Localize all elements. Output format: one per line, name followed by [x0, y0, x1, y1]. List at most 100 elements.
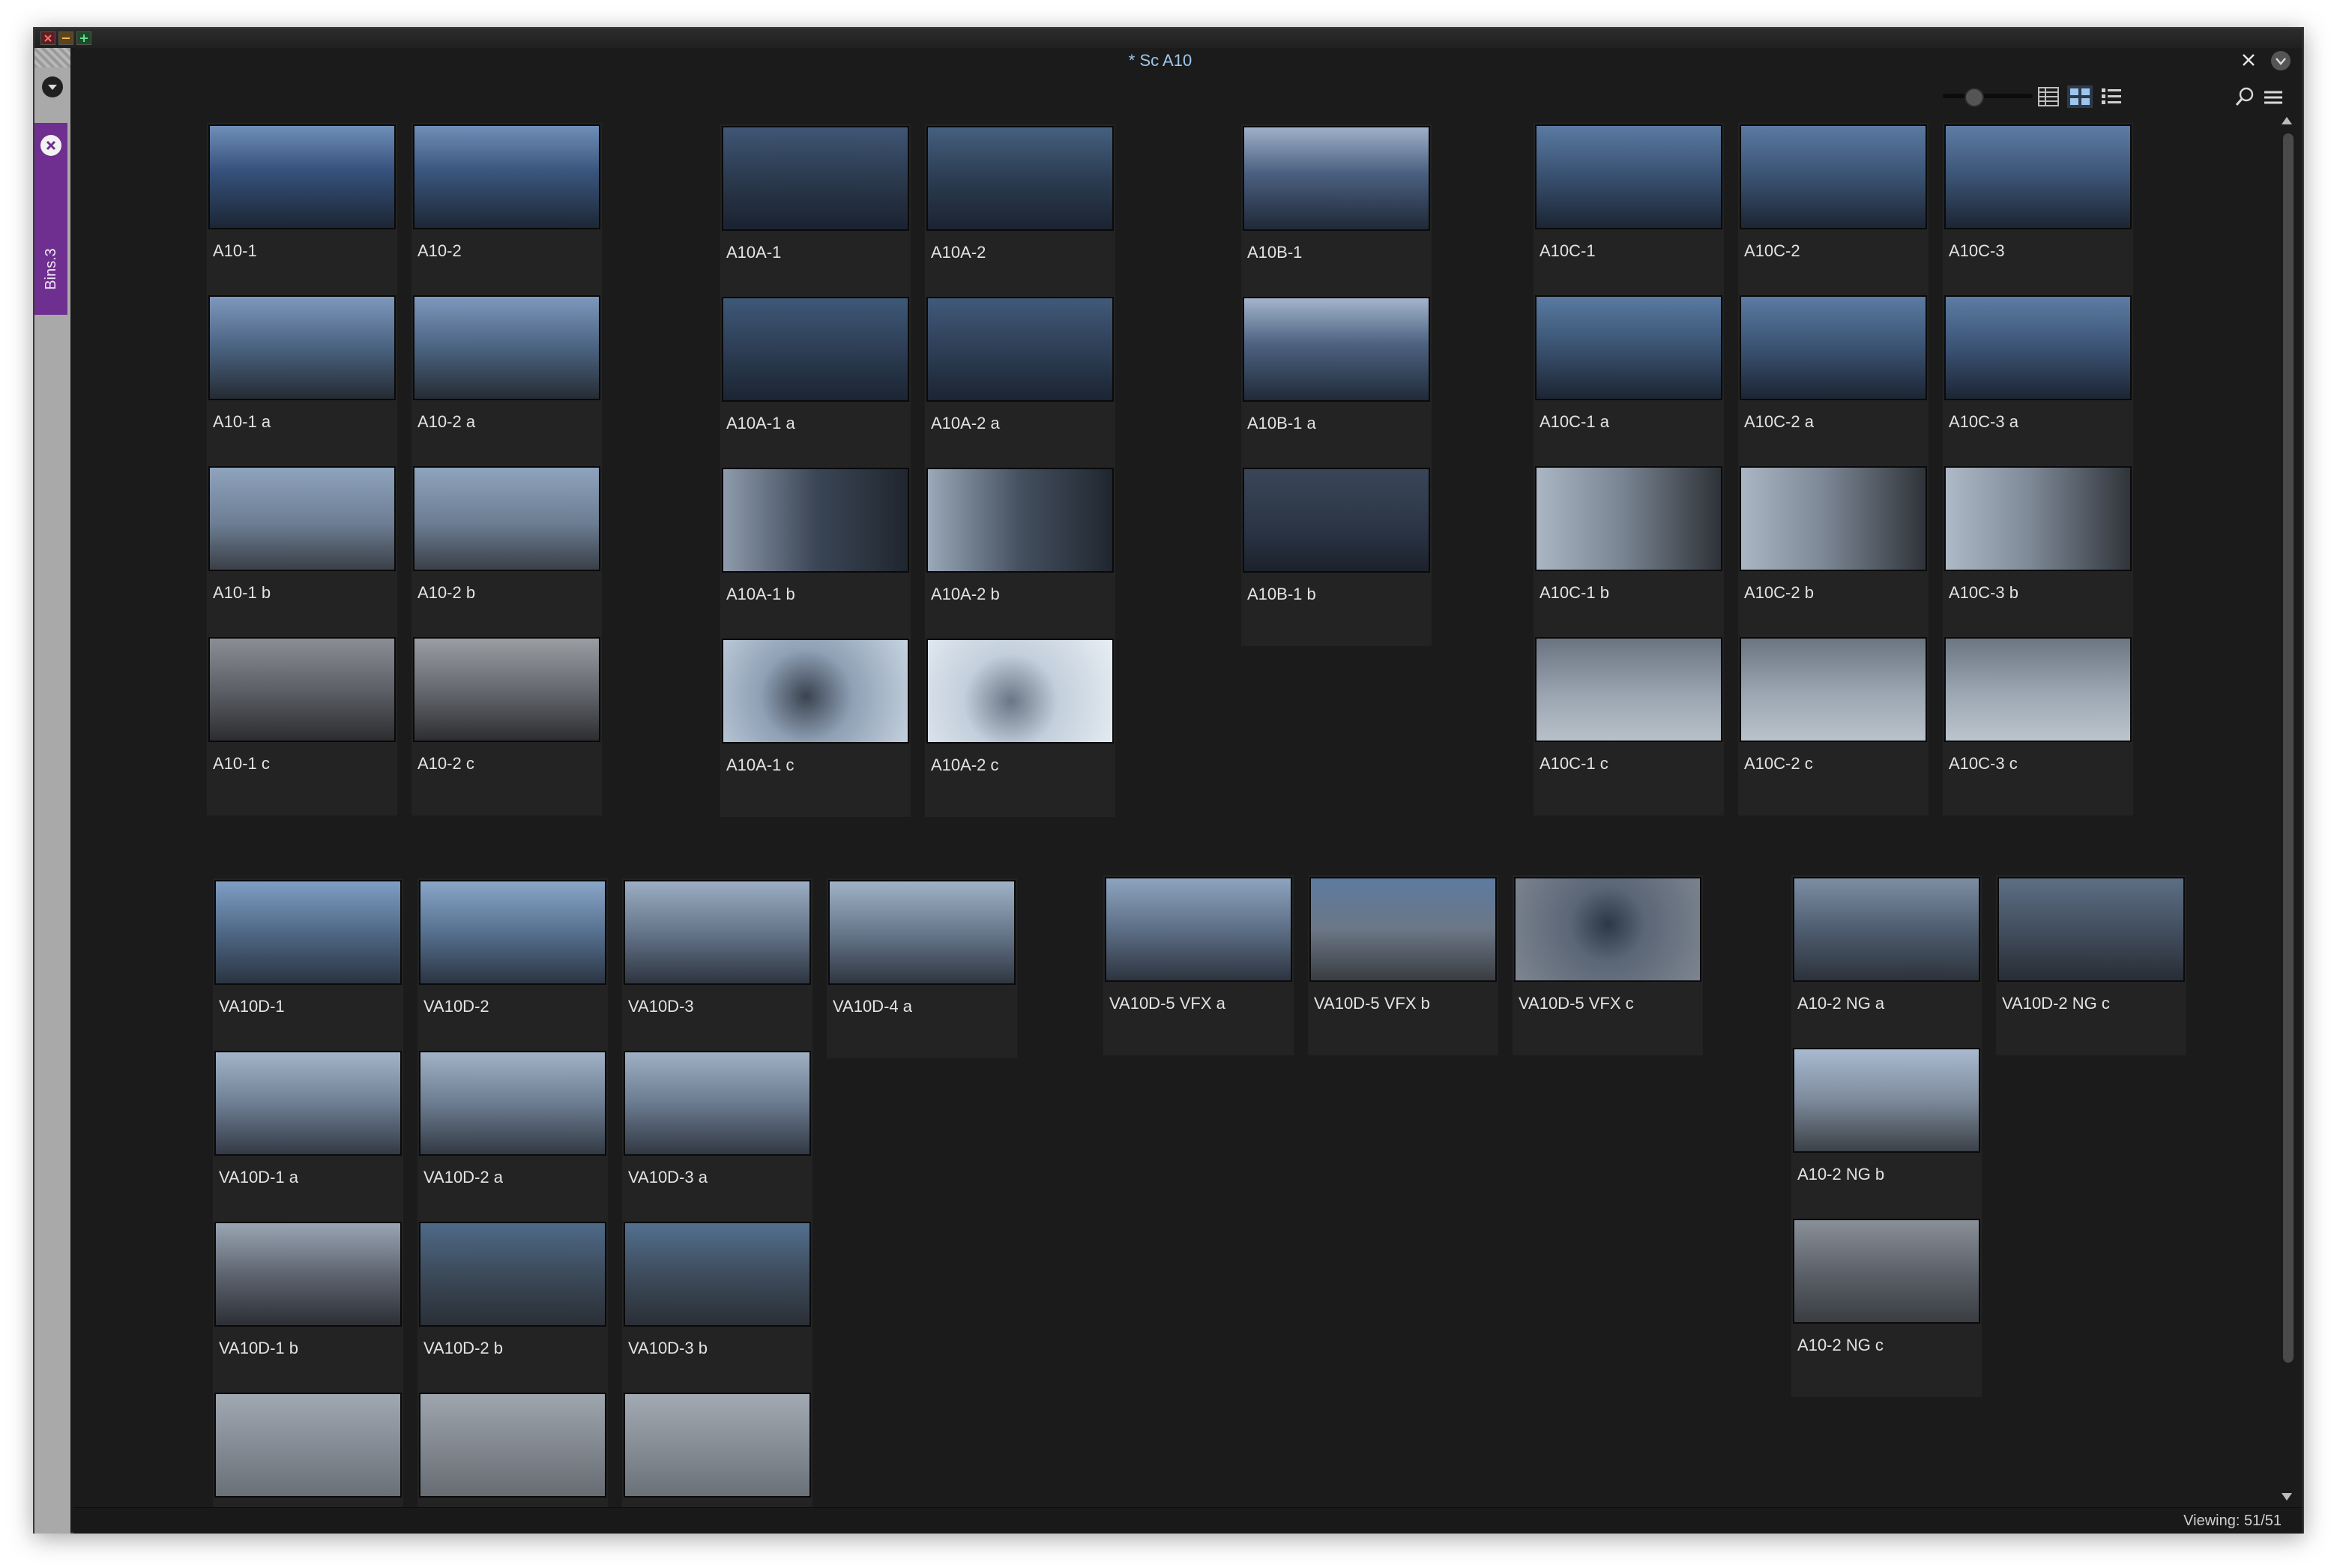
clip-thumbnail[interactable]	[624, 880, 811, 985]
search-button[interactable]	[2234, 85, 2256, 108]
clip-tile[interactable]	[417, 1391, 608, 1508]
clip-thumbnail[interactable]	[1793, 1048, 1980, 1153]
clip-tile[interactable]: A10-2 NG c	[1791, 1217, 1982, 1397]
clip-tile[interactable]: VA10D-2 a	[417, 1049, 608, 1229]
clip-thumbnail[interactable]	[624, 1393, 811, 1498]
clip-thumbnail[interactable]	[1535, 466, 1722, 571]
clip-thumbnail[interactable]	[926, 468, 1114, 573]
clip-tile[interactable]: A10-1 a	[207, 294, 397, 474]
clip-thumbnail[interactable]	[208, 124, 396, 229]
clip-thumbnail[interactable]	[214, 1051, 402, 1156]
clip-thumbnail[interactable]	[926, 639, 1114, 744]
clip-tile[interactable]: VA10D-3 a	[622, 1049, 812, 1229]
clip-tile[interactable]: VA10D-3 b	[622, 1220, 812, 1400]
clip-tile[interactable]: A10-1	[207, 123, 397, 303]
clip-thumbnail[interactable]	[208, 637, 396, 742]
clip-thumbnail[interactable]	[413, 124, 600, 229]
clip-thumbnail[interactable]	[1793, 877, 1980, 982]
clip-thumbnail[interactable]	[1997, 877, 2185, 982]
clip-thumbnail[interactable]	[1740, 466, 1927, 571]
clip-tile[interactable]: VA10D-5 VFX a	[1103, 875, 1294, 1055]
clip-thumbnail[interactable]	[208, 466, 396, 571]
clip-tile[interactable]	[622, 1391, 812, 1508]
clip-tile[interactable]: A10A-1 a	[720, 295, 911, 475]
clip-tile[interactable]: A10B-1	[1241, 124, 1432, 304]
clip-tile[interactable]: A10C-3 b	[1943, 465, 2133, 645]
clip-thumbnail[interactable]	[1944, 466, 2132, 571]
clip-thumbnail[interactable]	[1535, 637, 1722, 742]
clip-thumbnail[interactable]	[926, 126, 1114, 231]
clip-tile[interactable]: A10C-2 b	[1738, 465, 1929, 645]
clip-tile[interactable]: VA10D-5 VFX c	[1513, 875, 1703, 1055]
clip-thumbnail[interactable]	[722, 126, 909, 231]
sidebar-collapse-button[interactable]	[42, 76, 63, 97]
bin-menu-button[interactable]	[2262, 87, 2285, 108]
clip-tile[interactable]: A10A-2 c	[925, 637, 1115, 817]
clip-thumbnail[interactable]	[1243, 297, 1430, 402]
clip-thumbnail[interactable]	[208, 295, 396, 400]
clip-tile[interactable]	[213, 1391, 403, 1508]
clip-thumbnail[interactable]	[1740, 124, 1927, 229]
clip-tile[interactable]: A10-1 c	[207, 636, 397, 815]
clip-thumbnail[interactable]	[214, 1393, 402, 1498]
clip-tile[interactable]: A10A-1 b	[720, 466, 911, 646]
clip-thumbnail[interactable]	[926, 297, 1114, 402]
window-minimize-button[interactable]	[58, 31, 73, 45]
clip-tile[interactable]: A10C-1 a	[1534, 294, 1724, 474]
zoom-slider-handle[interactable]	[1964, 88, 1984, 107]
close-bin-button[interactable]	[2240, 51, 2258, 69]
thumbnail-zoom-slider[interactable]	[1943, 94, 2033, 98]
clip-tile[interactable]: VA10D-1 b	[213, 1220, 403, 1400]
clip-thumbnail[interactable]	[624, 1222, 811, 1327]
clip-tile[interactable]: A10-1 b	[207, 465, 397, 645]
clip-thumbnail[interactable]	[1944, 295, 2132, 400]
clip-thumbnail[interactable]	[722, 639, 909, 744]
clip-tile[interactable]: A10C-3	[1943, 123, 2133, 303]
clip-thumbnail[interactable]	[413, 637, 600, 742]
bin-tab-close-button[interactable]	[40, 135, 61, 156]
clip-tile[interactable]: VA10D-5 VFX b	[1308, 875, 1498, 1055]
list-view-button[interactable]	[2099, 85, 2124, 108]
clip-tile[interactable]: A10C-2 a	[1738, 294, 1929, 474]
clip-tile[interactable]: A10-2 NG a	[1791, 875, 1982, 1055]
clip-thumbnail[interactable]	[828, 880, 1016, 985]
clip-thumbnail[interactable]	[1514, 877, 1701, 982]
clip-tile[interactable]: A10B-1 b	[1241, 466, 1432, 646]
clip-thumbnail[interactable]	[214, 880, 402, 985]
clip-tile[interactable]: A10A-2 a	[925, 295, 1115, 475]
clip-tile[interactable]: VA10D-3	[622, 878, 812, 1058]
clip-thumbnail[interactable]	[1243, 126, 1430, 231]
clip-thumbnail[interactable]	[419, 1393, 606, 1498]
clip-tile[interactable]: A10-2 b	[411, 465, 602, 645]
clip-tile[interactable]: A10B-1 a	[1241, 295, 1432, 475]
clip-thumbnail[interactable]	[1740, 637, 1927, 742]
clip-tile[interactable]: A10C-2 c	[1738, 636, 1929, 815]
clip-tile[interactable]: A10A-1	[720, 124, 911, 304]
clip-thumbnail[interactable]	[722, 297, 909, 402]
clip-tile[interactable]: A10A-2	[925, 124, 1115, 304]
clip-tile[interactable]: A10C-1 c	[1534, 636, 1724, 815]
clip-thumbnail[interactable]	[419, 1222, 606, 1327]
clip-tile[interactable]: VA10D-2 b	[417, 1220, 608, 1400]
clip-tile[interactable]: A10-2 c	[411, 636, 602, 815]
clip-thumbnail[interactable]	[1740, 295, 1927, 400]
thumbnail-view-button[interactable]	[2067, 85, 2093, 108]
clip-thumbnail[interactable]	[419, 1051, 606, 1156]
clip-tile[interactable]: A10-2	[411, 123, 602, 303]
clip-tile[interactable]: A10A-2 b	[925, 466, 1115, 646]
clip-tile[interactable]: A10-2 a	[411, 294, 602, 474]
clip-thumbnail[interactable]	[1944, 124, 2132, 229]
clip-thumbnail[interactable]	[1243, 468, 1430, 573]
clip-thumbnail[interactable]	[214, 1222, 402, 1327]
clip-tile[interactable]: VA10D-1	[213, 878, 403, 1058]
clip-thumbnail[interactable]	[413, 466, 600, 571]
vertical-scrollbar[interactable]	[2277, 112, 2298, 1508]
clip-thumbnail[interactable]	[1309, 877, 1497, 982]
frame-view-button[interactable]	[2036, 85, 2061, 108]
window-maximize-button[interactable]	[76, 31, 91, 45]
clip-thumbnail[interactable]	[1105, 877, 1292, 982]
clip-tile[interactable]: A10C-1 b	[1534, 465, 1724, 645]
clip-tile[interactable]: VA10D-2	[417, 878, 608, 1058]
scroll-down-arrow-icon[interactable]	[2282, 1493, 2292, 1501]
clip-tile[interactable]: A10A-1 c	[720, 637, 911, 817]
